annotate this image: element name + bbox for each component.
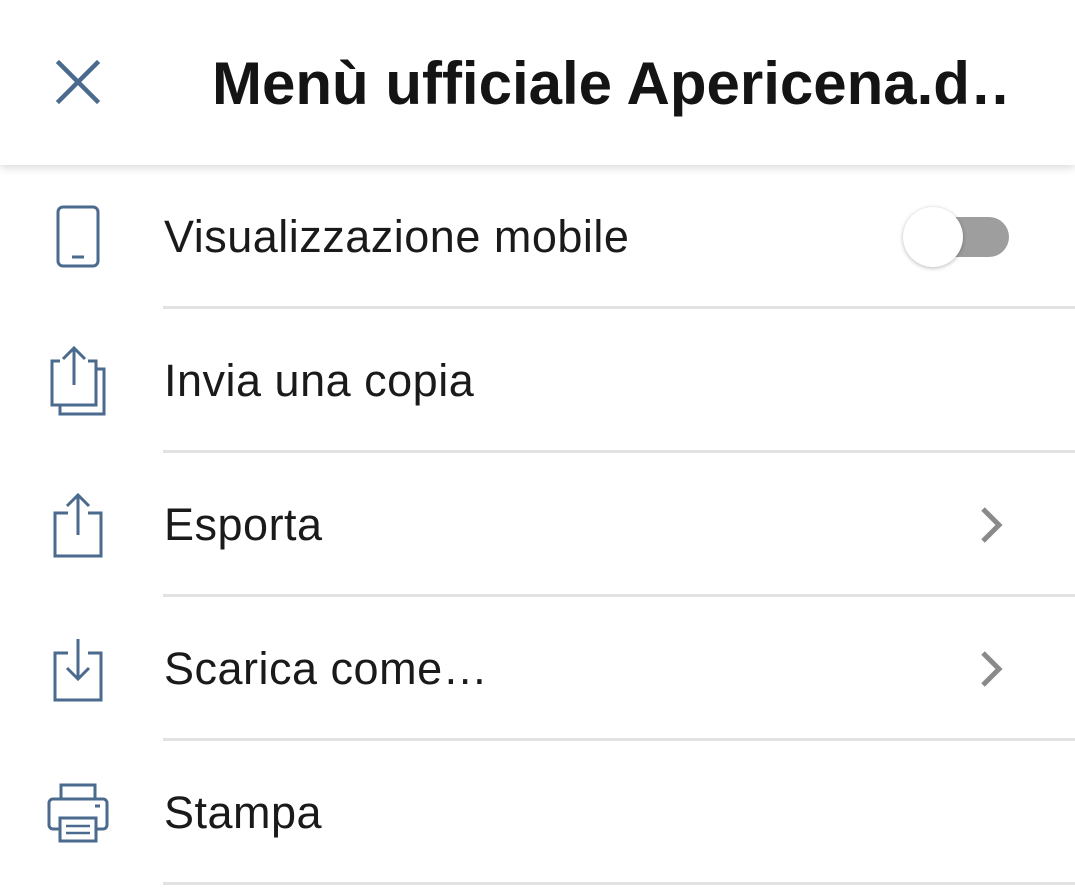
download-icon <box>40 633 116 705</box>
menu-item-label: Stampa <box>164 787 323 838</box>
printer-icon <box>40 777 116 849</box>
menu-item-label: Invia una copia <box>164 355 475 406</box>
divider <box>163 882 1075 885</box>
close-icon <box>55 59 101 105</box>
close-button[interactable] <box>46 50 110 114</box>
page-title: Menù ufficiale Apericena.d… <box>212 50 1012 117</box>
toggle-thumb <box>903 207 963 267</box>
mobile-view-toggle[interactable] <box>903 207 1009 267</box>
menu-item-label: Visualizzazione mobile <box>164 211 630 262</box>
menu-item-export[interactable]: Esporta <box>0 453 1075 597</box>
mobile-phone-icon <box>40 201 116 273</box>
share-copy-icon <box>40 345 116 417</box>
menu-item-download-as[interactable]: Scarica come… <box>0 597 1075 741</box>
chevron-right-icon <box>981 651 1003 687</box>
chevron-right-icon <box>981 507 1003 543</box>
menu-item-label: Esporta <box>164 499 323 550</box>
app-header: Menù ufficiale Apericena.d… <box>0 0 1075 165</box>
options-menu: Visualizzazione mobile Invia una copia E… <box>0 165 1075 885</box>
menu-item-mobile-view[interactable]: Visualizzazione mobile <box>0 165 1075 309</box>
export-icon <box>40 489 116 561</box>
menu-item-label: Scarica come… <box>164 643 489 694</box>
menu-item-print[interactable]: Stampa <box>0 741 1075 885</box>
menu-item-send-copy[interactable]: Invia una copia <box>0 309 1075 453</box>
